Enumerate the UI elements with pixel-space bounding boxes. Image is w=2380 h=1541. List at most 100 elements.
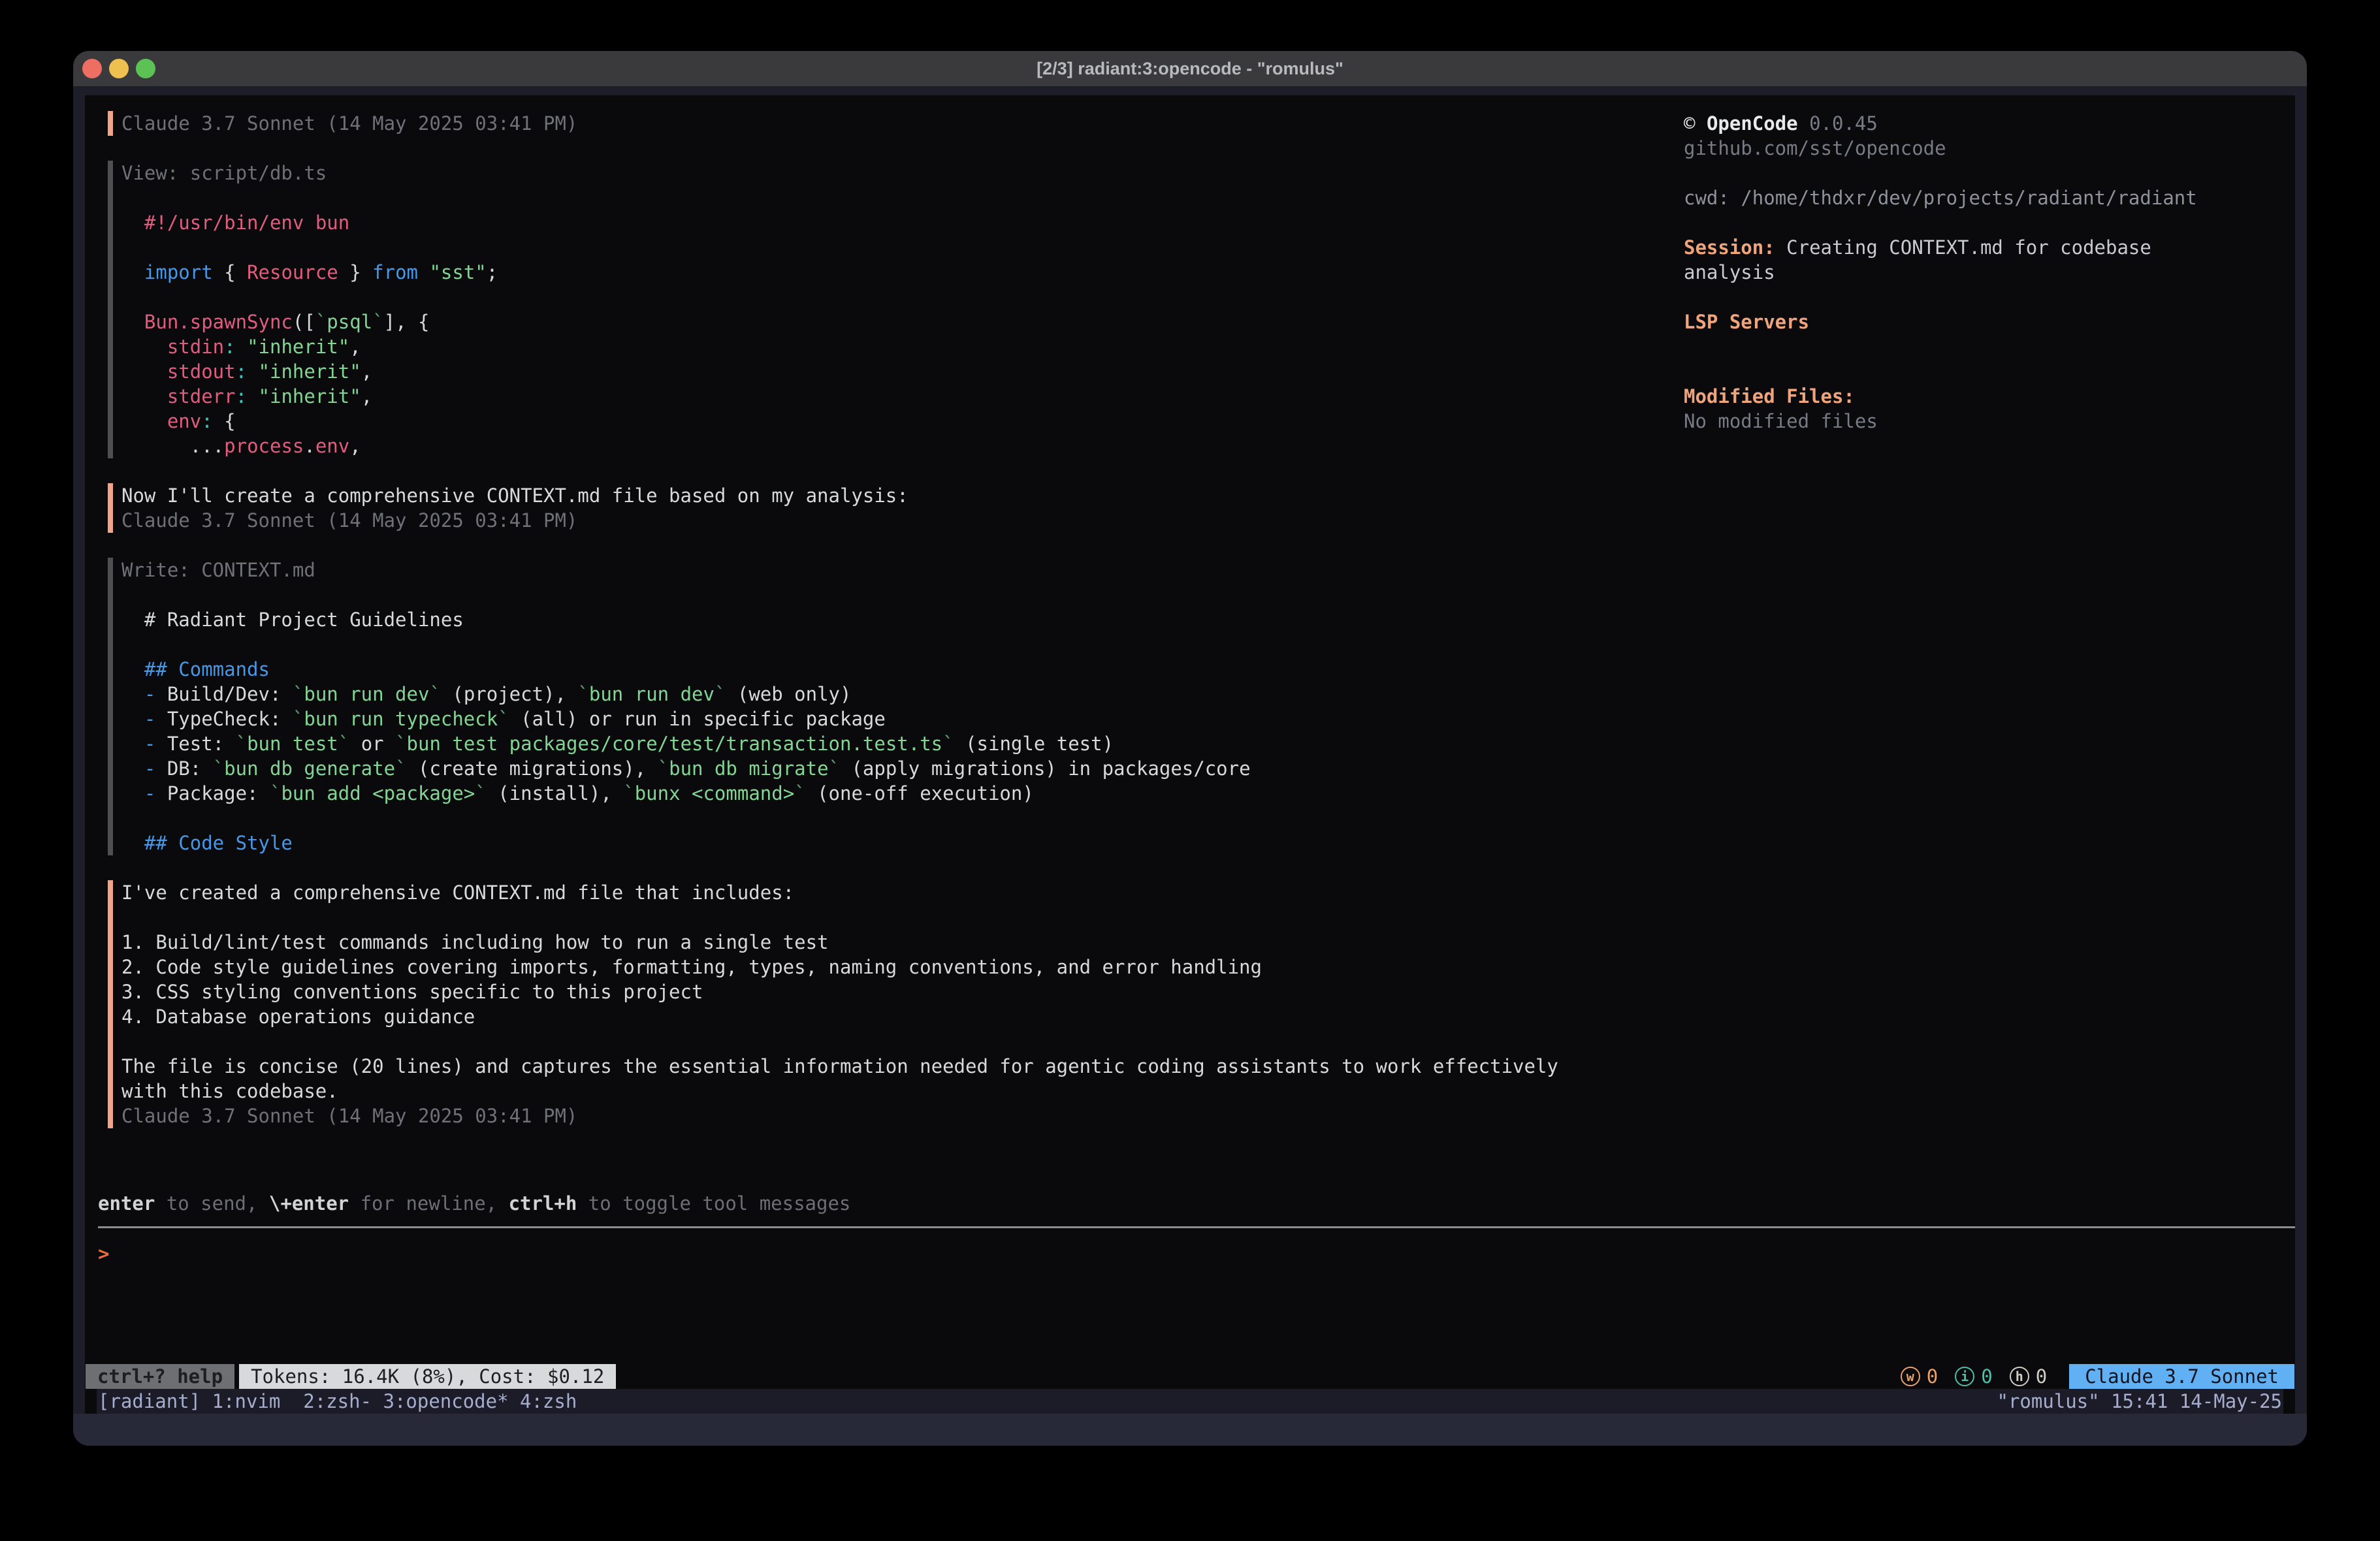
chat-line <box>121 1029 1598 1054</box>
info-icon: i <box>1955 1367 1974 1386</box>
chat-text-segment: import <box>121 261 213 283</box>
chat-line: stdin: "inherit", <box>121 334 1598 359</box>
chat-text-segment: ` <box>715 683 726 705</box>
chat-text-segment: . <box>304 435 315 457</box>
chat-text-segment: (one-off execution) <box>806 782 1034 804</box>
chat-text-segment: ` <box>794 782 805 804</box>
help-shortcut-badge[interactable]: ctrl+? help <box>86 1364 234 1389</box>
chat-line: Bun.spawnSync([`psql`], { <box>121 310 1598 334</box>
chat-text-segment: stdin <box>121 336 224 358</box>
chat-line: View: script/db.ts <box>121 161 1598 185</box>
chat-line: 3. CSS styling conventions specific to t… <box>121 979 1598 1004</box>
chat-line: - Build/Dev: `bun run dev` (project), `b… <box>121 682 1598 707</box>
help-text-segment: to toggle tool messages <box>577 1192 850 1215</box>
chat-text-segment: The file is concise (20 lines) and captu… <box>121 1055 1569 1102</box>
zoom-button[interactable] <box>136 59 155 78</box>
chat-text-segment: Bun.spawnSync <box>121 311 293 333</box>
window-titlebar[interactable]: [2/3] radiant:3:opencode - "romulus" <box>73 51 2307 86</box>
app-version: 0.0.45 <box>1809 112 1878 135</box>
chat-line: import { Resource } from "sst"; <box>121 260 1598 285</box>
chat-line <box>121 806 1598 831</box>
chat-text-segment: : <box>236 360 247 383</box>
chat-line <box>121 285 1598 310</box>
chat-text-segment: bun db migrate <box>669 757 828 780</box>
chat-line: Claude 3.7 Sonnet (14 May 2025 03:41 PM) <box>121 111 1598 136</box>
chat-text-segment: bun run dev <box>304 683 429 705</box>
chat-text-segment: ` <box>236 733 247 755</box>
chat-text-segment: ` <box>338 733 349 755</box>
chat-text-segment: DB: <box>167 757 213 780</box>
chat-text-segment: ` <box>475 782 486 804</box>
chat-text-segment <box>418 261 429 283</box>
chat-text-segment: (web only) <box>726 683 851 705</box>
spacer <box>1684 359 2244 384</box>
chat-text-segment: ` <box>623 782 634 804</box>
desktop: { "window": { "title": "[2/3] radiant:3:… <box>0 0 2380 1541</box>
app-name: OpenCode <box>1707 112 1798 135</box>
chat-text-segment: bun run dev <box>589 683 715 705</box>
chat-text-segment: ([ <box>293 311 315 333</box>
chat-text-segment: (single test) <box>954 733 1114 755</box>
chat-line: 4. Database operations guidance <box>121 1004 1598 1029</box>
status-bar: ctrl+? help Tokens: 16.4K (8%), Cost: $0… <box>86 1364 2294 1389</box>
spacer <box>1684 210 2244 235</box>
chat-text-segment: ## Code Style <box>121 832 293 854</box>
chat-text-segment: bunx <command> <box>635 782 794 804</box>
chat-text-segment: # Radiant Project Guidelines <box>121 609 464 631</box>
chat-line: ## Commands <box>121 657 1598 682</box>
chat-line: - Test: `bun test` or `bun test packages… <box>121 731 1598 756</box>
chat-text-segment: (all) or run in specific package <box>509 708 886 730</box>
copyright-icon: © <box>1684 112 1695 135</box>
chat-text-segment: "sst" <box>429 261 486 283</box>
chat-line: ...process.env, <box>121 434 1598 458</box>
session-label: Session: <box>1684 236 1775 259</box>
info-count: 0 <box>1981 1364 1992 1389</box>
chat-text-segment: ` <box>395 757 406 780</box>
chat-text-segment: ` <box>315 311 327 333</box>
chat-line: 1. Build/lint/test commands including ho… <box>121 930 1598 955</box>
chat-text-segment: 3. CSS styling conventions specific to t… <box>121 981 703 1003</box>
chat-text-segment: Test: <box>167 733 236 755</box>
chat-text-segment: "inherit" <box>247 385 361 407</box>
chat-text-segment: Claude 3.7 Sonnet (14 May 2025 03:41 PM) <box>121 1105 577 1127</box>
tool-block: Write: CONTEXT.md # Radiant Project Guid… <box>108 558 1598 855</box>
chat-text-segment: Now I'll create a comprehensive CONTEXT.… <box>121 485 909 507</box>
terminal-window: [2/3] radiant:3:opencode - "romulus" Cla… <box>73 51 2307 1446</box>
prompt-input[interactable]: > <box>85 1228 2295 1364</box>
message-block: I've created a comprehensive CONTEXT.md … <box>108 880 1598 1128</box>
chat-line: The file is concise (20 lines) and captu… <box>121 1054 1598 1104</box>
chat-text-segment: I've created a comprehensive CONTEXT.md … <box>121 882 794 904</box>
chat-text-segment: from <box>372 261 418 283</box>
chat-text-segment: ` <box>395 733 406 755</box>
chat-text-segment: ` <box>577 683 588 705</box>
tmux-host-clock: "romulus" 15:41 14-May-25 <box>1997 1389 2283 1414</box>
chat-text-segment: bun add <package> <box>281 782 475 804</box>
model-badge[interactable]: Claude 3.7 Sonnet <box>2069 1364 2294 1389</box>
chat-text-segment: Claude 3.7 Sonnet (14 May 2025 03:41 PM) <box>121 509 577 532</box>
chat-text-segment: ` <box>293 708 304 730</box>
chat-text-segment: (create migrations), <box>407 757 658 780</box>
chat-text-segment: process <box>224 435 304 457</box>
message-block: Claude 3.7 Sonnet (14 May 2025 03:41 PM) <box>108 111 1598 136</box>
warning-icon: w <box>1901 1367 1920 1386</box>
message-block: Now I'll create a comprehensive CONTEXT.… <box>108 483 1598 533</box>
chat-text-segment: 2. Code style guidelines covering import… <box>121 956 1262 978</box>
chat-text-segment: ; <box>487 261 498 283</box>
diagnostics-hints: h 0 <box>2010 1364 2047 1389</box>
chat-line: stderr: "inherit", <box>121 384 1598 409</box>
close-button[interactable] <box>82 59 102 78</box>
hint-icon: h <box>2010 1367 2029 1386</box>
warning-count: 0 <box>1927 1364 1938 1389</box>
chat-text-segment: Package: <box>167 782 270 804</box>
chat-text-segment: - <box>121 708 167 730</box>
session-line: Session: Creating CONTEXT.md for codebas… <box>1684 235 2244 285</box>
chat-text-segment: 4. Database operations guidance <box>121 1006 475 1028</box>
chat-text-segment: - <box>121 683 167 705</box>
chat-text-segment: psql <box>327 311 372 333</box>
minimize-button[interactable] <box>109 59 129 78</box>
repo-link[interactable]: github.com/sst/opencode <box>1684 136 2244 161</box>
tmux-session-windows[interactable]: [radiant] 1:nvim 2:zsh- 3:opencode* 4:zs… <box>98 1389 577 1414</box>
chat-text-segment: View: script/db.ts <box>121 162 327 184</box>
chat-text-segment: ], { <box>384 311 430 333</box>
cwd-label: cwd: <box>1684 187 1741 209</box>
